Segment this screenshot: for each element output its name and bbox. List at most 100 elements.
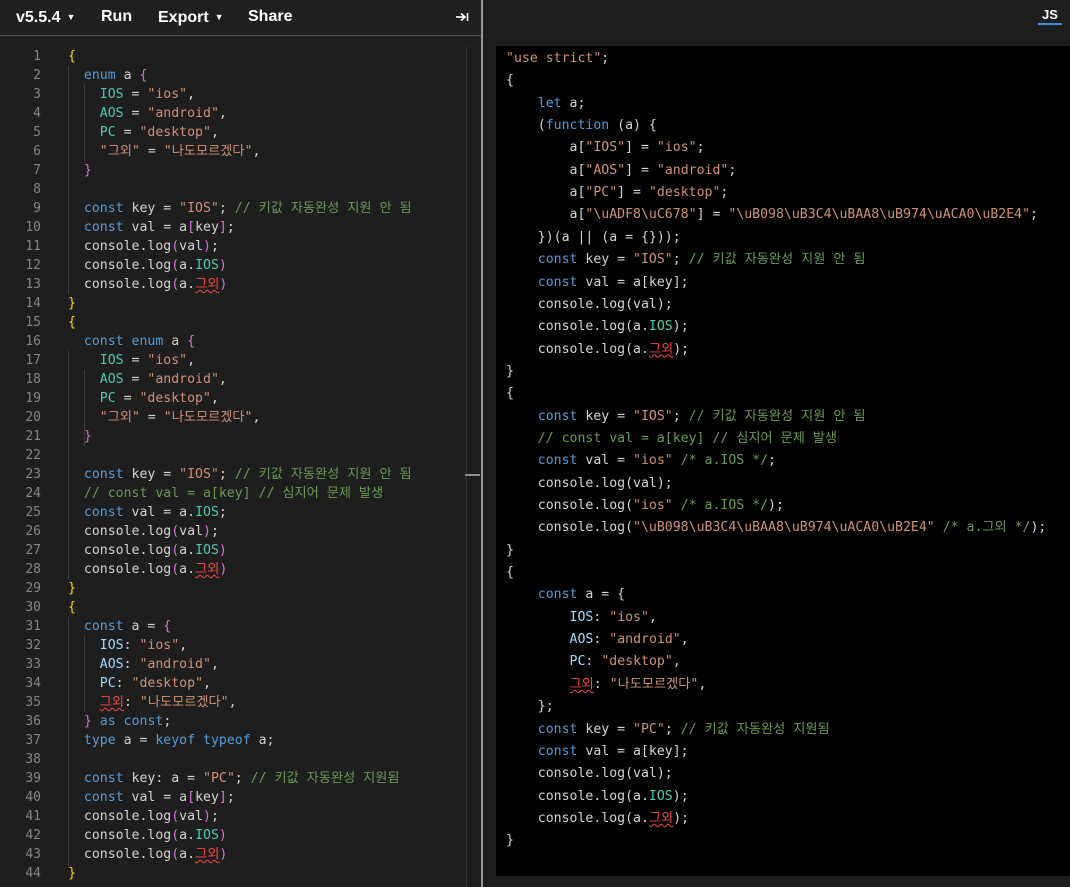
line-number: 25	[25, 505, 41, 520]
code-token: "\uADF8\uC678"	[585, 207, 697, 223]
code-token: console.log	[68, 524, 172, 539]
code-line: const key: a = "PC"; // 키값 자동완성 지원됨	[68, 769, 400, 788]
code-token: a;	[561, 95, 586, 111]
code-token: :	[593, 632, 610, 648]
code-token: IOS	[99, 353, 124, 368]
code-token: ;	[210, 809, 219, 824]
code-token: {	[163, 619, 172, 634]
code-token: key	[195, 790, 219, 805]
output-line: let a;	[506, 93, 586, 115]
code-token: // 키값 자동완성 지원 안 됨	[688, 252, 866, 268]
code-line: PC = "desktop",	[68, 389, 219, 408]
code-token: ;	[728, 162, 737, 178]
code-token: ,	[218, 106, 227, 121]
code-line: {	[68, 47, 76, 66]
code-token: ,	[698, 676, 707, 692]
code-token: ]	[218, 220, 227, 235]
code-line: IOS = "ios",	[68, 351, 195, 370]
code-token: let	[537, 95, 562, 111]
output-line: a["AOS"] = "android";	[506, 160, 737, 182]
code-token: a.	[179, 847, 196, 862]
scrollbar-thumb[interactable]	[465, 474, 480, 476]
code-token: const	[537, 743, 578, 759]
code-token: "android"	[656, 162, 729, 178]
code-token: ,	[210, 391, 219, 406]
output-line: (function (a) {	[506, 115, 657, 137]
code-token: const	[537, 274, 578, 290]
output-line: a["IOS"] = "ios";	[506, 137, 705, 159]
editor-scrollbar[interactable]	[466, 46, 467, 887]
code-token: ;	[218, 201, 235, 216]
code-token: 그외	[195, 277, 220, 292]
code-token: // const val = a[key] // 심지어 문제 발생	[537, 430, 838, 446]
code-token: }	[83, 163, 92, 178]
code-line: enum a {	[68, 66, 148, 85]
code-token: IOS	[195, 543, 219, 558]
code-editor[interactable]: 1{2 enum a {3 IOS = "ios", 4 AOS = "andro…	[0, 36, 481, 887]
line-number: 34	[25, 676, 41, 691]
output-line: const val = a[key];	[506, 272, 689, 294]
code-token: const	[537, 587, 578, 603]
run-button[interactable]: Run	[101, 0, 132, 35]
output-line: console.log(val);	[506, 763, 673, 785]
code-token: {	[68, 49, 76, 64]
code-token: "desktop"	[139, 391, 211, 406]
output-line: IOS: "ios",	[506, 607, 657, 629]
line-number: 32	[25, 638, 41, 653]
code-token: {	[506, 73, 514, 89]
code-token: // const val = a[key] // 심지어 문제 발생	[83, 486, 384, 501]
code-token: enum	[131, 334, 164, 349]
code-token: "desktop"	[131, 676, 204, 691]
code-token: ,	[187, 87, 196, 102]
line-number: 27	[25, 543, 41, 558]
code-token: );	[673, 341, 690, 357]
code-token: "PC"	[585, 185, 618, 201]
output-line: a["\uADF8\uC678"] = "\uB098\uB3C4\uBAA8\…	[506, 204, 1038, 226]
code-line: console.log(a.IOS)	[68, 826, 227, 845]
code-token: const	[83, 790, 124, 805]
code-token: const	[123, 714, 164, 729]
export-dropdown[interactable]: Export ▼	[158, 0, 224, 35]
code-token: "IOS"	[179, 467, 219, 482]
code-token: ;	[664, 721, 681, 737]
code-token: ;	[218, 467, 235, 482]
tab-js[interactable]: JS	[1038, 7, 1062, 25]
line-number: 37	[25, 733, 41, 748]
line-number: 36	[25, 714, 41, 729]
code-token: )	[218, 828, 227, 843]
line-number: 42	[25, 828, 41, 843]
code-token: "ios"	[609, 609, 649, 625]
code-token: "desktop"	[139, 125, 211, 140]
share-button[interactable]: Share	[248, 0, 292, 35]
code-token: console.log(val);	[506, 296, 673, 312]
line-number: 12	[25, 258, 41, 273]
code-token: ,	[210, 657, 219, 672]
code-token: val =	[577, 453, 634, 469]
output-line: 그외: "나도모르겠다",	[506, 674, 707, 696]
code-token: }	[68, 866, 76, 881]
line-number: 38	[25, 752, 41, 767]
output-line: const key = "PC"; // 키값 자동완성 지원됨	[506, 719, 830, 741]
code-line: AOS: "android",	[68, 655, 219, 674]
output-line: };	[506, 696, 554, 718]
code-token: }	[506, 363, 514, 379]
code-token: key =	[123, 201, 180, 216]
code-token: a[	[506, 162, 586, 178]
code-token: ;	[672, 252, 689, 268]
code-token: :	[123, 657, 140, 672]
collapse-right-icon[interactable]	[455, 10, 469, 24]
code-token: 그외	[569, 676, 594, 692]
version-dropdown[interactable]: v5.5.4 ▼	[16, 0, 75, 35]
code-token: =	[115, 125, 140, 140]
code-line: }	[68, 864, 76, 883]
code-token: type	[83, 733, 116, 748]
code-token: "IOS"	[585, 140, 626, 156]
